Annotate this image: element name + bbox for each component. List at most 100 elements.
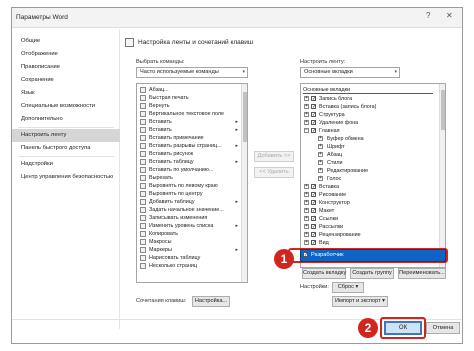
checkbox-checked[interactable]: ✓ — [311, 112, 316, 118]
customize-ribbon-select[interactable]: Основные вкладки ▾ — [300, 67, 400, 78]
expand-icon[interactable]: + — [304, 216, 309, 221]
commands-scrollbar[interactable] — [241, 84, 247, 282]
list-item[interactable]: Вставить по умолчанию... — [137, 166, 241, 174]
sidebar-item-accessibility[interactable]: Специальные возможности — [12, 100, 120, 113]
expand-icon[interactable]: + — [304, 192, 309, 197]
tree-item[interactable]: + Шрифт — [301, 143, 439, 151]
tree-item[interactable]: + ✓ Конструктор — [301, 199, 439, 207]
checkbox-checked[interactable]: ✓ — [311, 216, 316, 222]
list-item[interactable]: Задать начальное значение... — [137, 206, 241, 214]
list-item[interactable]: Копировать — [137, 230, 241, 238]
add-button[interactable]: Добавить >> — [254, 151, 294, 162]
list-item[interactable]: Вставить ▸ — [137, 118, 241, 126]
checkbox-checked[interactable]: ✓ — [311, 104, 316, 110]
checkbox-checked[interactable]: ✓ — [311, 128, 316, 134]
tree-item[interactable]: + ✓ Запись блога — [301, 95, 439, 103]
tree-item[interactable]: + ✓ Рисование — [301, 191, 439, 199]
expand-icon[interactable]: + — [304, 240, 309, 245]
sidebar-item-proofing[interactable]: Правописание — [12, 61, 120, 74]
sidebar-item-addins[interactable]: Надстройки — [12, 158, 120, 171]
checkbox-checked[interactable]: ✓ — [311, 200, 316, 206]
list-item[interactable]: Вставить разрывы страниц... ▸ — [137, 142, 241, 150]
tree-item[interactable]: + ✓ Рассылки — [301, 223, 439, 231]
collapse-icon[interactable]: − — [304, 128, 309, 133]
list-item[interactable]: Несколько страниц — [137, 262, 241, 270]
checkbox-checked[interactable]: ✓ — [303, 252, 308, 258]
expand-icon[interactable]: + — [318, 160, 323, 165]
sidebar-item-general[interactable]: Общие — [12, 35, 120, 48]
expand-icon[interactable]: + — [304, 96, 309, 101]
sidebar-item-save[interactable]: Сохранение — [12, 74, 120, 87]
shortcuts-button[interactable]: Настройка... — [192, 296, 230, 307]
tree-item[interactable]: + ✓ Вид — [301, 239, 439, 247]
sidebar-item-advanced[interactable]: Дополнительно — [12, 113, 120, 126]
expand-icon[interactable]: + — [318, 136, 323, 141]
rename-button[interactable]: Переименовать... — [398, 268, 446, 279]
checkbox-checked[interactable]: ✓ — [311, 96, 316, 102]
list-item[interactable]: Вырезать — [137, 174, 241, 182]
commands-list[interactable]: Абзац... Быстрая печать Вернуть Вертикал… — [136, 83, 248, 283]
choose-commands-select[interactable]: Часто используемые команды ▾ — [136, 67, 248, 78]
cancel-button[interactable]: Отмена — [426, 322, 460, 334]
tree-item[interactable]: − ✓ Главная — [301, 127, 439, 135]
expand-icon[interactable]: + — [318, 152, 323, 157]
expand-icon[interactable]: + — [304, 104, 309, 109]
tree-item[interactable]: + ✓ Вставка (запись блога) — [301, 103, 439, 111]
expand-icon[interactable]: + — [318, 144, 323, 149]
tree-item[interactable]: + ✓ Макет — [301, 207, 439, 215]
list-item[interactable]: Вставить примечание — [137, 134, 241, 142]
tree-item[interactable]: + ✓ Ссылки — [301, 215, 439, 223]
tree-item[interactable]: + Стили — [301, 159, 439, 167]
close-button[interactable]: ✕ — [446, 11, 453, 20]
new-group-button[interactable]: Создать группу — [350, 268, 394, 279]
expand-icon[interactable]: + — [318, 176, 323, 181]
tree-item[interactable]: + ✓ Удаление фона — [301, 119, 439, 127]
checkbox-checked[interactable]: ✓ — [311, 192, 316, 198]
expand-icon[interactable]: + — [304, 224, 309, 229]
expand-icon[interactable]: + — [318, 168, 323, 173]
tree-item[interactable]: + ✓ Структура — [301, 111, 439, 119]
sidebar-item-customize-ribbon[interactable]: Настроить ленту — [12, 129, 120, 142]
list-item[interactable]: Выровнять по центру — [137, 190, 241, 198]
scrollbar-thumb[interactable] — [243, 92, 247, 142]
scrollbar-thumb[interactable] — [441, 90, 445, 130]
list-item[interactable]: Маркеры ▸ — [137, 246, 241, 254]
expand-icon[interactable]: + — [304, 184, 309, 189]
sidebar-item-quick-access[interactable]: Панель быстрого доступа — [12, 142, 120, 155]
list-item[interactable]: Быстрая печать — [137, 94, 241, 102]
list-item[interactable]: Вставить рисунок — [137, 150, 241, 158]
ok-button[interactable]: ОК — [384, 321, 422, 335]
sidebar-item-trust-center[interactable]: Центр управления безопасностью — [12, 171, 120, 184]
list-item[interactable]: Записывать изменения — [137, 214, 241, 222]
tree-item[interactable]: + ✓ Вставка — [301, 183, 439, 191]
list-item[interactable]: Вертикальное текстовое поле — [137, 110, 241, 118]
expand-icon[interactable]: + — [304, 120, 309, 125]
list-item[interactable]: Выровнять по левому краю — [137, 182, 241, 190]
checkbox-checked[interactable]: ✓ — [311, 232, 316, 238]
checkbox-checked[interactable]: ✓ — [311, 224, 316, 230]
expand-icon[interactable]: + — [304, 200, 309, 205]
expand-icon[interactable]: + — [304, 208, 309, 213]
expand-icon[interactable]: + — [304, 232, 309, 237]
tree-item[interactable]: + Редактирование — [301, 167, 439, 175]
checkbox-checked[interactable]: ✓ — [311, 208, 316, 214]
tabs-scrollbar[interactable] — [439, 84, 445, 267]
list-item[interactable]: Вернуть — [137, 102, 241, 110]
ribbon-tabs-tree[interactable]: Основные вкладки + ✓ Запись блога + ✓ Вставк… — [300, 83, 446, 268]
tree-item[interactable]: + Буфер обмена — [301, 135, 439, 143]
remove-button[interactable]: << Удалить — [254, 167, 294, 178]
tree-item[interactable]: + Голос — [301, 175, 439, 183]
list-item[interactable]: Макросы — [137, 238, 241, 246]
checkbox-checked[interactable]: ✓ — [311, 240, 316, 246]
tree-item-selected[interactable]: ✓ Разработчик — [300, 249, 446, 262]
list-item[interactable]: Изменить уровень списка ▸ — [137, 222, 241, 230]
reset-button[interactable]: Сброс ▾ — [332, 282, 364, 293]
list-item[interactable]: Абзац... — [137, 86, 241, 94]
list-item[interactable]: Вставить таблицу ▸ — [137, 158, 241, 166]
expand-icon[interactable]: + — [304, 112, 309, 117]
import-export-button[interactable]: Импорт и экспорт ▾ — [332, 296, 388, 307]
list-item[interactable]: Вставить ▸ — [137, 126, 241, 134]
list-item[interactable]: Добавить таблицу ▸ — [137, 198, 241, 206]
checkbox-checked[interactable]: ✓ — [311, 120, 316, 126]
tree-item[interactable]: + ✓ Рецензирование — [301, 231, 439, 239]
